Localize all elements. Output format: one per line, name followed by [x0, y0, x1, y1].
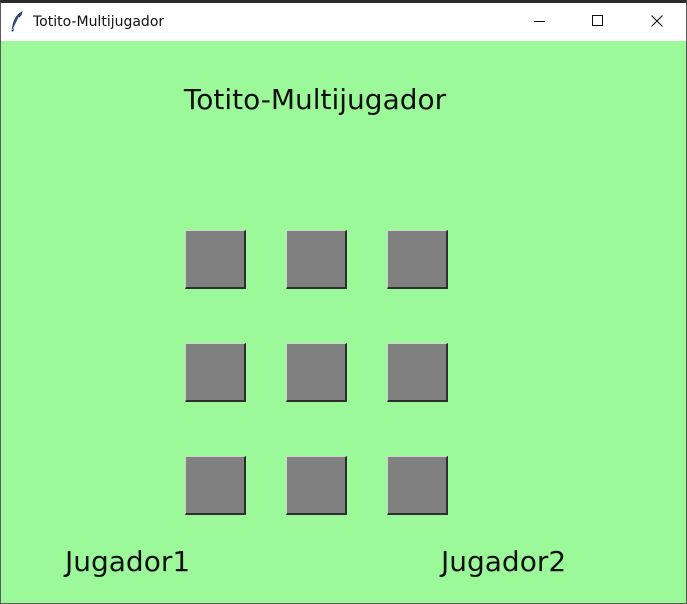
title-bar[interactable]: Totito-Multijugador [1, 3, 686, 41]
board-cell-9[interactable] [387, 456, 448, 515]
window-title: Totito-Multijugador [33, 14, 165, 30]
board-cell-1[interactable] [185, 230, 246, 289]
player1-label: Jugador1 [65, 545, 191, 578]
maximize-button[interactable] [569, 3, 627, 41]
board-cell-4[interactable] [185, 343, 246, 402]
close-button[interactable] [628, 3, 686, 41]
board-cell-5[interactable] [286, 343, 347, 402]
board-cell-7[interactable] [185, 456, 246, 515]
board-cell-8[interactable] [286, 456, 347, 515]
feather-icon [10, 11, 24, 33]
app-window: Totito-Multijugador Totito-Multijugador [0, 0, 687, 604]
game-area: Totito-Multijugador Jugador1 Jugador2 [1, 41, 686, 603]
board-cell-6[interactable] [387, 343, 448, 402]
player2-label: Jugador2 [441, 545, 567, 578]
minimize-button[interactable] [511, 3, 569, 41]
board-cell-3[interactable] [387, 230, 448, 289]
board-cell-2[interactable] [286, 230, 347, 289]
game-board [185, 230, 449, 516]
game-heading: Totito-Multijugador [183, 83, 447, 116]
